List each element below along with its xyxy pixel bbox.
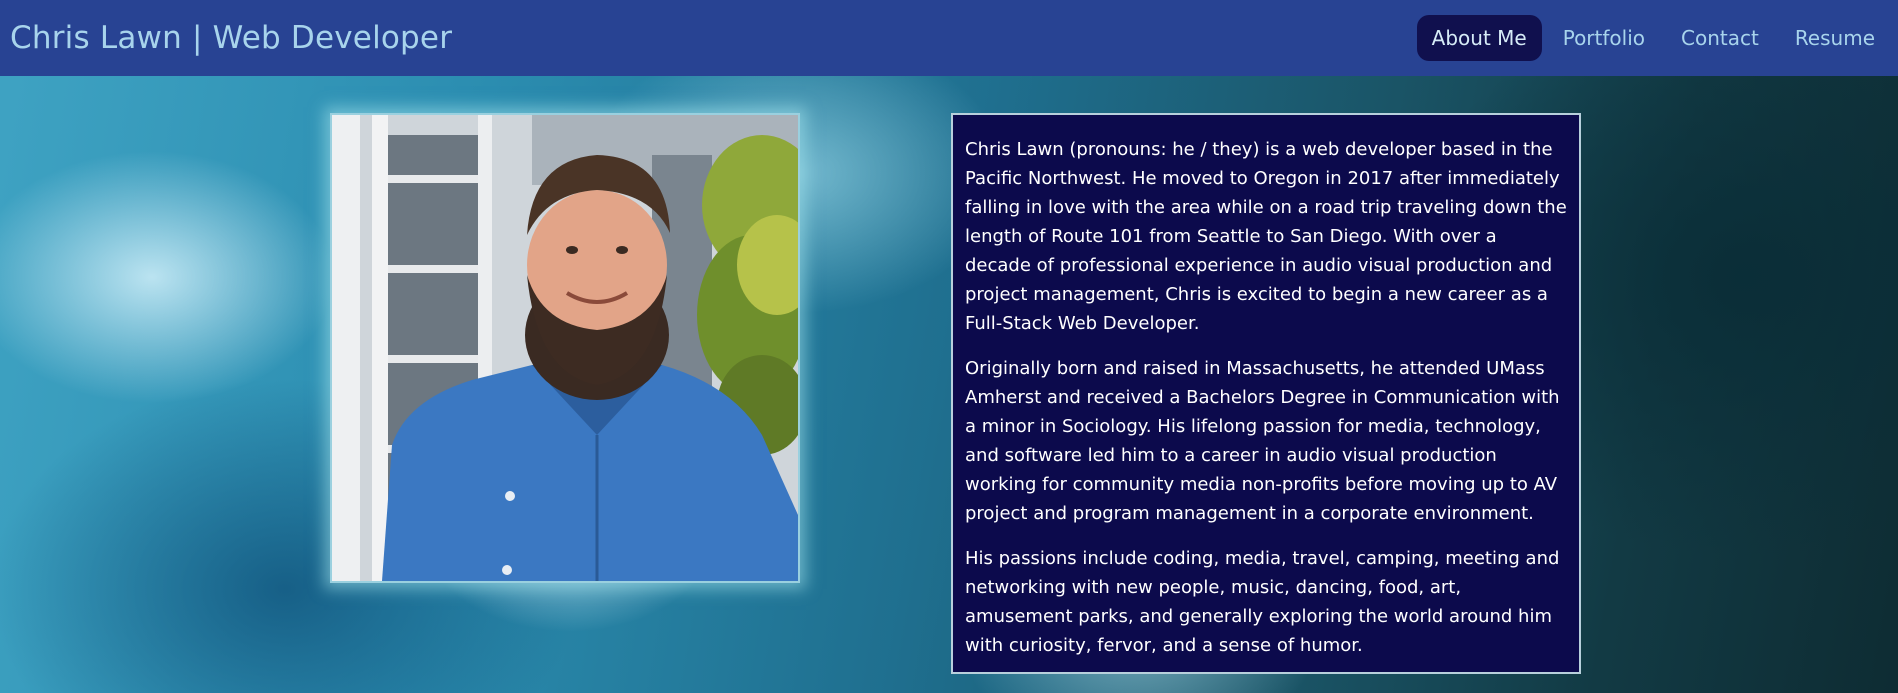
nav-portfolio[interactable]: Portfolio [1548, 15, 1660, 61]
nav-links: About Me Portfolio Contact Resume [1416, 15, 1890, 61]
nav-contact[interactable]: Contact [1666, 15, 1774, 61]
profile-photo-illustration [332, 115, 798, 581]
brand-title[interactable]: Chris Lawn | Web Developer [10, 20, 452, 56]
bio-paragraph: Originally born and raised in Massachuse… [965, 358, 1560, 524]
bio-paragraph: Chris Lawn (pronouns: he / they) is a we… [965, 139, 1567, 334]
profile-photo [330, 113, 800, 583]
nav-about-me[interactable]: About Me [1416, 15, 1542, 61]
nav-resume[interactable]: Resume [1780, 15, 1890, 61]
bio-panel: Chris Lawn (pronouns: he / they) is a we… [951, 113, 1581, 674]
navbar: Chris Lawn | Web Developer About Me Port… [0, 0, 1898, 76]
bio-paragraph: His passions include coding, media, trav… [965, 548, 1560, 656]
